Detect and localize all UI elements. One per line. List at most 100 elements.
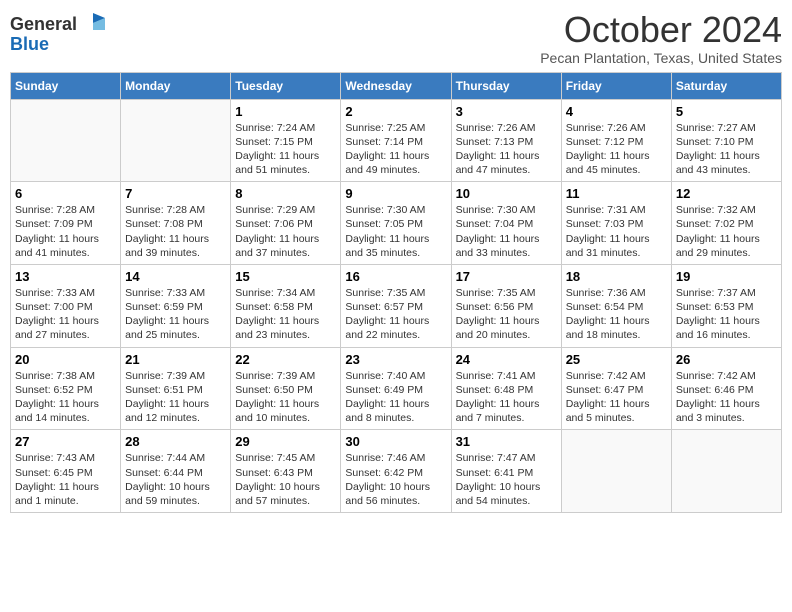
calendar-week-row: 13Sunrise: 7:33 AMSunset: 7:00 PMDayligh… — [11, 264, 782, 347]
day-info: Sunrise: 7:30 AMSunset: 7:05 PMDaylight:… — [345, 203, 446, 260]
day-number: 9 — [345, 186, 446, 201]
calendar-day-cell: 15Sunrise: 7:34 AMSunset: 6:58 PMDayligh… — [231, 264, 341, 347]
location-text: Pecan Plantation, Texas, United States — [540, 50, 782, 66]
weekday-header: Wednesday — [341, 72, 451, 99]
calendar-day-cell: 16 Sunrise: 7:35 AMSunset: 6:57 PMDayligh… — [341, 264, 451, 347]
day-info: Sunrise: 7:46 AMSunset: 6:42 PMDaylight:… — [345, 451, 446, 508]
day-info: Sunrise: 7:26 AMSunset: 7:12 PMDaylight:… — [566, 121, 667, 178]
day-number: 19 — [676, 269, 777, 284]
day-number: 11 — [566, 186, 667, 201]
calendar-day-cell: 31 Sunrise: 7:47 AMSunset: 6:41 PMDayligh… — [451, 430, 561, 513]
page-header: General Blue October 2024 Pecan Plantati… — [10, 10, 782, 66]
day-number: 8 — [235, 186, 336, 201]
calendar-day-cell: 10 Sunrise: 7:30 AMSunset: 7:04 PMDayligh… — [451, 182, 561, 265]
day-info: Sunrise: 7:41 AMSunset: 6:48 PMDaylight:… — [456, 369, 557, 426]
calendar-day-cell: 17Sunrise: 7:35 AMSunset: 6:56 PMDayligh… — [451, 264, 561, 347]
day-number: 24 — [456, 352, 557, 367]
day-info: Sunrise: 7:29 AMSunset: 7:06 PMDaylight:… — [235, 203, 336, 260]
calendar-day-cell: 24 Sunrise: 7:41 AMSunset: 6:48 PMDayligh… — [451, 347, 561, 430]
day-number: 7 — [125, 186, 226, 201]
calendar-day-cell — [671, 430, 781, 513]
calendar-day-cell: 19 Sunrise: 7:37 AMSunset: 6:53 PMDayligh… — [671, 264, 781, 347]
day-info: Sunrise: 7:34 AMSunset: 6:58 PMDaylight:… — [235, 286, 336, 343]
day-info: Sunrise: 7:42 AMSunset: 6:47 PMDaylight:… — [566, 369, 667, 426]
month-title: October 2024 — [540, 10, 782, 50]
logo: General Blue — [10, 10, 107, 55]
calendar-day-cell: 11Sunrise: 7:31 AMSunset: 7:03 PMDayligh… — [561, 182, 671, 265]
day-info: Sunrise: 7:28 AMSunset: 7:09 PMDaylight:… — [15, 203, 116, 260]
day-info: Sunrise: 7:26 AMSunset: 7:13 PMDaylight:… — [456, 121, 557, 178]
calendar-day-cell: 5 Sunrise: 7:27 AMSunset: 7:10 PMDaylight… — [671, 99, 781, 182]
day-info: Sunrise: 7:45 AMSunset: 6:43 PMDaylight:… — [235, 451, 336, 508]
calendar-table: SundayMondayTuesdayWednesdayThursdayFrid… — [10, 72, 782, 513]
weekday-header: Thursday — [451, 72, 561, 99]
day-info: Sunrise: 7:42 AMSunset: 6:46 PMDaylight:… — [676, 369, 777, 426]
day-info: Sunrise: 7:25 AMSunset: 7:14 PMDaylight:… — [345, 121, 446, 178]
logo-flag-icon — [79, 10, 107, 38]
calendar-day-cell: 23 Sunrise: 7:40 AMSunset: 6:49 PMDayligh… — [341, 347, 451, 430]
calendar-day-cell: 29Sunrise: 7:45 AMSunset: 6:43 PMDayligh… — [231, 430, 341, 513]
day-number: 22 — [235, 352, 336, 367]
day-number: 17 — [456, 269, 557, 284]
day-number: 16 — [345, 269, 446, 284]
weekday-header: Sunday — [11, 72, 121, 99]
calendar-week-row: 27 Sunrise: 7:43 AMSunset: 6:45 PMDayligh… — [11, 430, 782, 513]
calendar-day-cell: 21Sunrise: 7:39 AMSunset: 6:51 PMDayligh… — [121, 347, 231, 430]
day-number: 13 — [15, 269, 116, 284]
calendar-day-cell: 12 Sunrise: 7:32 AMSunset: 7:02 PMDayligh… — [671, 182, 781, 265]
calendar-day-cell: 14Sunrise: 7:33 AMSunset: 6:59 PMDayligh… — [121, 264, 231, 347]
calendar-day-cell: 27 Sunrise: 7:43 AMSunset: 6:45 PMDayligh… — [11, 430, 121, 513]
day-number: 5 — [676, 104, 777, 119]
title-block: October 2024 Pecan Plantation, Texas, Un… — [540, 10, 782, 66]
day-number: 30 — [345, 434, 446, 449]
day-info: Sunrise: 7:24 AMSunset: 7:15 PMDaylight:… — [235, 121, 336, 178]
day-number: 28 — [125, 434, 226, 449]
calendar-day-cell: 3Sunrise: 7:26 AMSunset: 7:13 PMDaylight… — [451, 99, 561, 182]
day-info: Sunrise: 7:30 AMSunset: 7:04 PMDaylight:… — [456, 203, 557, 260]
calendar-week-row: 6 Sunrise: 7:28 AMSunset: 7:09 PMDaylight… — [11, 182, 782, 265]
calendar-day-cell: 20Sunrise: 7:38 AMSunset: 6:52 PMDayligh… — [11, 347, 121, 430]
day-number: 1 — [235, 104, 336, 119]
day-info: Sunrise: 7:27 AMSunset: 7:10 PMDaylight:… — [676, 121, 777, 178]
calendar-week-row: 20Sunrise: 7:38 AMSunset: 6:52 PMDayligh… — [11, 347, 782, 430]
calendar-day-cell: 7 Sunrise: 7:28 AMSunset: 7:08 PMDaylight… — [121, 182, 231, 265]
day-info: Sunrise: 7:40 AMSunset: 6:49 PMDaylight:… — [345, 369, 446, 426]
calendar-day-cell — [11, 99, 121, 182]
calendar-header-row: SundayMondayTuesdayWednesdayThursdayFrid… — [11, 72, 782, 99]
day-number: 4 — [566, 104, 667, 119]
calendar-day-cell: 18Sunrise: 7:36 AMSunset: 6:54 PMDayligh… — [561, 264, 671, 347]
day-number: 20 — [15, 352, 116, 367]
calendar-week-row: 1 Sunrise: 7:24 AMSunset: 7:15 PMDaylight… — [11, 99, 782, 182]
day-info: Sunrise: 7:47 AMSunset: 6:41 PMDaylight:… — [456, 451, 557, 508]
day-info: Sunrise: 7:37 AMSunset: 6:53 PMDaylight:… — [676, 286, 777, 343]
calendar-day-cell: 26 Sunrise: 7:42 AMSunset: 6:46 PMDayligh… — [671, 347, 781, 430]
logo-general-text: General — [10, 14, 77, 35]
day-info: Sunrise: 7:28 AMSunset: 7:08 PMDaylight:… — [125, 203, 226, 260]
day-number: 27 — [15, 434, 116, 449]
day-number: 12 — [676, 186, 777, 201]
calendar-day-cell: 8 Sunrise: 7:29 AMSunset: 7:06 PMDaylight… — [231, 182, 341, 265]
calendar-day-cell: 4 Sunrise: 7:26 AMSunset: 7:12 PMDaylight… — [561, 99, 671, 182]
weekday-header: Monday — [121, 72, 231, 99]
day-info: Sunrise: 7:39 AMSunset: 6:51 PMDaylight:… — [125, 369, 226, 426]
calendar-day-cell — [121, 99, 231, 182]
day-number: 23 — [345, 352, 446, 367]
day-number: 31 — [456, 434, 557, 449]
day-number: 6 — [15, 186, 116, 201]
calendar-day-cell: 28 Sunrise: 7:44 AMSunset: 6:44 PMDayligh… — [121, 430, 231, 513]
day-info: Sunrise: 7:36 AMSunset: 6:54 PMDaylight:… — [566, 286, 667, 343]
day-number: 26 — [676, 352, 777, 367]
day-info: Sunrise: 7:39 AMSunset: 6:50 PMDaylight:… — [235, 369, 336, 426]
calendar-day-cell: 13Sunrise: 7:33 AMSunset: 7:00 PMDayligh… — [11, 264, 121, 347]
day-info: Sunrise: 7:32 AMSunset: 7:02 PMDaylight:… — [676, 203, 777, 260]
calendar-day-cell — [561, 430, 671, 513]
day-info: Sunrise: 7:44 AMSunset: 6:44 PMDaylight:… — [125, 451, 226, 508]
day-number: 10 — [456, 186, 557, 201]
calendar-day-cell: 1 Sunrise: 7:24 AMSunset: 7:15 PMDaylight… — [231, 99, 341, 182]
calendar-day-cell: 9 Sunrise: 7:30 AMSunset: 7:05 PMDaylight… — [341, 182, 451, 265]
weekday-header: Saturday — [671, 72, 781, 99]
calendar-day-cell: 30 Sunrise: 7:46 AMSunset: 6:42 PMDayligh… — [341, 430, 451, 513]
day-info: Sunrise: 7:43 AMSunset: 6:45 PMDaylight:… — [15, 451, 116, 508]
day-number: 2 — [345, 104, 446, 119]
day-info: Sunrise: 7:35 AMSunset: 6:57 PMDaylight:… — [345, 286, 446, 343]
